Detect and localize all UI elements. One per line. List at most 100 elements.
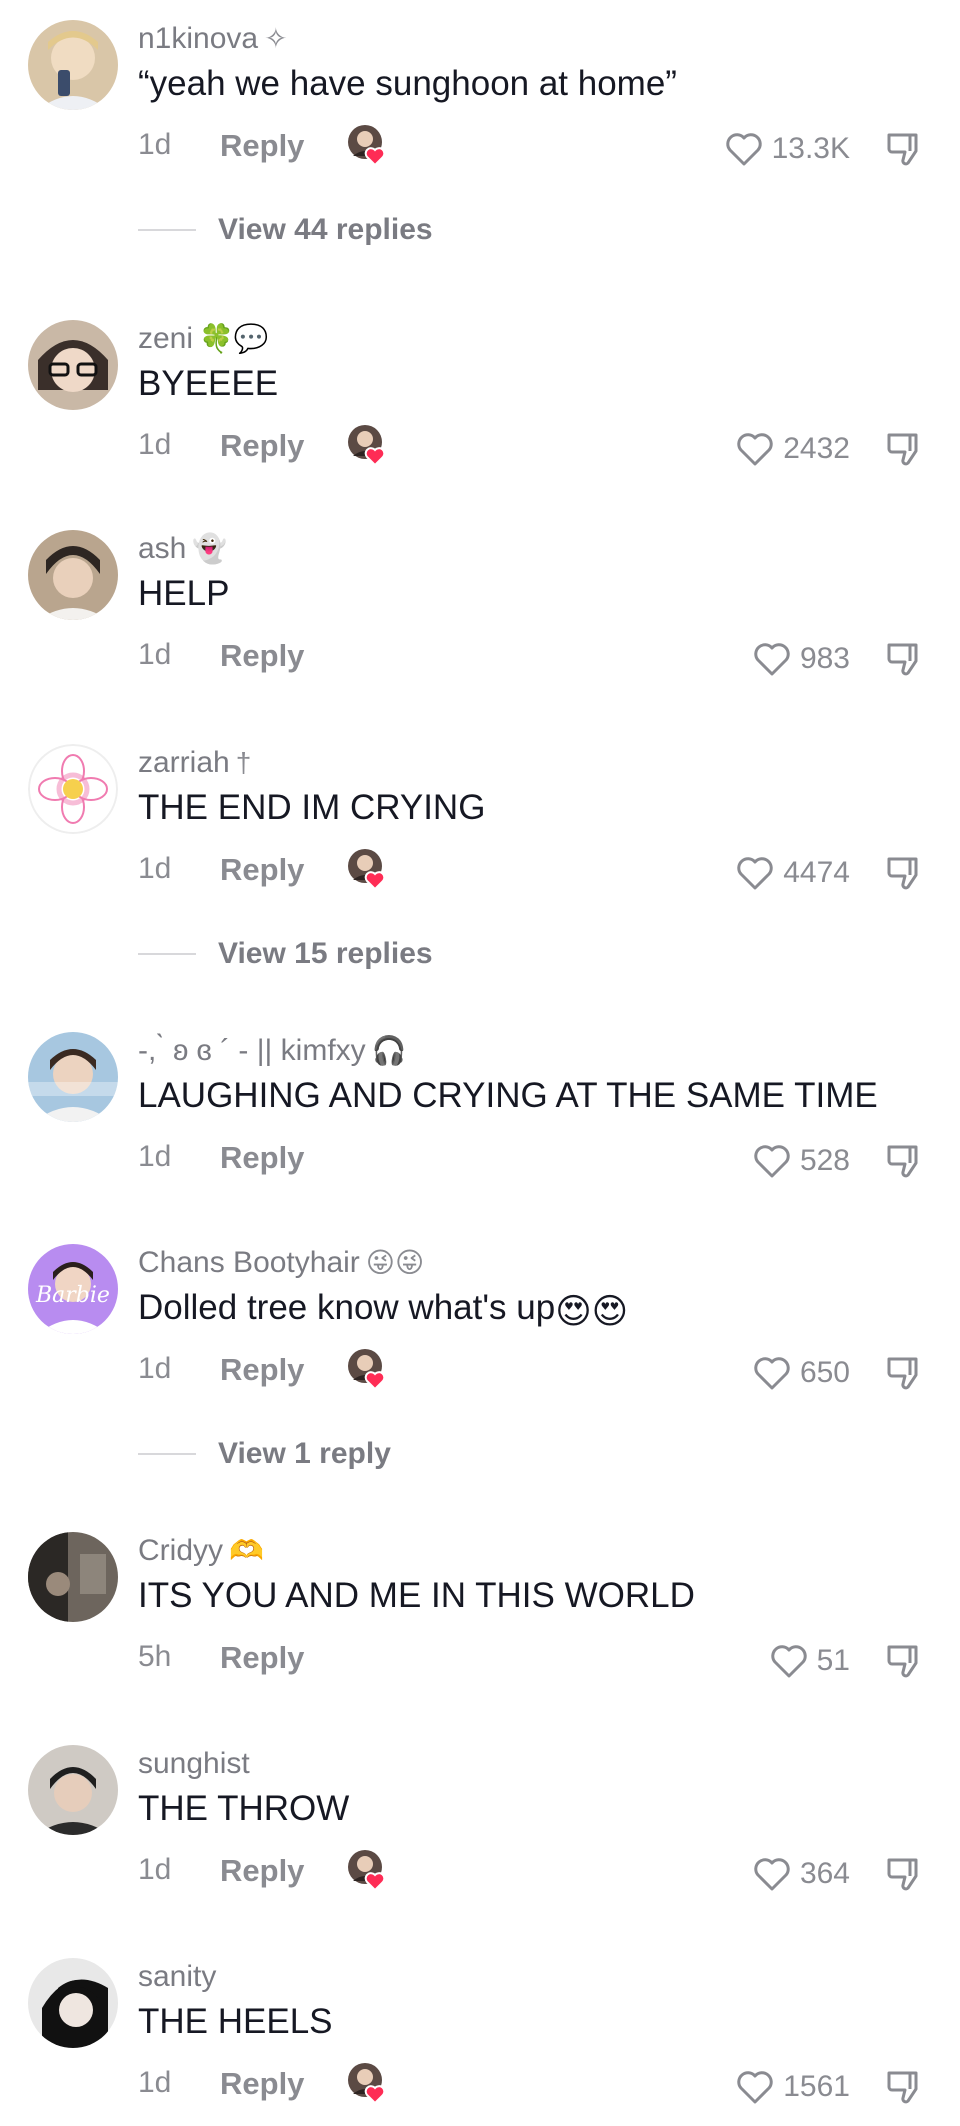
- username[interactable]: n1kinova ✧: [138, 22, 288, 56]
- comment-time: 1d: [138, 638, 172, 671]
- reply-button[interactable]: Reply: [220, 428, 304, 464]
- thumbs-down-icon: [887, 433, 918, 466]
- dislike-button[interactable]: [884, 1642, 924, 1680]
- comment-time: 1d: [138, 428, 172, 461]
- like-button[interactable]: 983: [752, 638, 850, 680]
- view-replies-button[interactable]: View 44 replies: [138, 208, 638, 252]
- like-button[interactable]: 13.3K: [724, 128, 850, 170]
- comment-time: 1d: [138, 1140, 172, 1173]
- username[interactable]: sunghist: [138, 1747, 256, 1781]
- like-count: 51: [816, 1644, 850, 1677]
- comment-meta: 1d Reply 364: [0, 1850, 960, 1897]
- heart-outline-icon: [754, 643, 790, 676]
- avatar[interactable]: [28, 20, 118, 110]
- dislike-button[interactable]: [884, 1354, 924, 1392]
- comment-meta: 1d Reply 4474: [0, 849, 960, 896]
- like-count: 650: [799, 1356, 850, 1389]
- heart-outline-icon: [737, 857, 773, 890]
- comment-text: “yeah we have sunghoon at home”: [138, 64, 677, 103]
- creator-liked-heart-icon: [345, 422, 391, 468]
- like-count: 528: [799, 1144, 850, 1177]
- comment-text: Dolled tree know what's up😍😍: [138, 1288, 629, 1331]
- like-button[interactable]: 364: [752, 1853, 850, 1895]
- username[interactable]: Cridyy 🫶: [138, 1534, 264, 1568]
- dislike-button[interactable]: [884, 430, 924, 468]
- creator-liked-heart-icon: [345, 122, 391, 168]
- reply-button[interactable]: Reply: [220, 852, 304, 888]
- view-replies-button[interactable]: View 1 reply: [138, 1432, 638, 1476]
- avatar[interactable]: [28, 1532, 118, 1622]
- comment-time: 1d: [138, 128, 172, 161]
- dislike-button[interactable]: [884, 854, 924, 892]
- avatar[interactable]: [28, 530, 118, 620]
- divider: [138, 229, 196, 231]
- username[interactable]: zarriah †: [138, 746, 251, 780]
- comment-text: BYEEEE: [138, 364, 279, 403]
- like-button[interactable]: 4474: [735, 852, 850, 894]
- avatar[interactable]: [28, 320, 118, 410]
- heart-outline-icon: [725, 133, 762, 166]
- like-count: 364: [799, 1857, 850, 1890]
- comment-meta: 1d Reply 528: [0, 1140, 960, 1184]
- username[interactable]: ash 👻: [138, 532, 227, 566]
- username[interactable]: Chans Bootyhair 😜😜: [138, 1246, 424, 1280]
- like-count: 13.3K: [771, 132, 850, 165]
- heart-outline-icon: [770, 1645, 807, 1678]
- reply-button[interactable]: Reply: [220, 1640, 304, 1676]
- like-button[interactable]: 51: [769, 1640, 850, 1682]
- thumbs-down-icon: [887, 1645, 918, 1678]
- dislike-button[interactable]: [884, 130, 924, 168]
- heart-outline-icon: [737, 433, 773, 466]
- dislike-button[interactable]: [884, 640, 924, 678]
- dislike-button[interactable]: [884, 2068, 924, 2106]
- reply-button[interactable]: Reply: [220, 128, 304, 164]
- comment-time: 1d: [138, 2066, 172, 2099]
- username[interactable]: -, ̀ ʚ ɞ ´ - || kimfxy 🎧: [138, 1034, 407, 1068]
- comment-text: THE THROW: [138, 1789, 350, 1828]
- reply-button[interactable]: Reply: [220, 1853, 304, 1889]
- like-button[interactable]: 1561: [735, 2066, 850, 2108]
- dislike-button[interactable]: [884, 1142, 924, 1180]
- heart-outline-icon: [754, 1357, 790, 1390]
- username[interactable]: zeni 🍀💬: [138, 322, 269, 356]
- avatar[interactable]: [28, 1745, 118, 1835]
- like-count: 4474: [783, 856, 850, 889]
- comment-text: HELP: [138, 574, 230, 613]
- view-replies-button[interactable]: View 15 replies: [138, 932, 638, 976]
- reply-button[interactable]: Reply: [220, 1352, 304, 1388]
- comment-meta: 1d Reply 2432: [0, 425, 960, 472]
- like-button[interactable]: 528: [752, 1140, 850, 1182]
- comment-time: 5h: [138, 1640, 172, 1673]
- comment-meta: 1d Reply 1561: [0, 2063, 960, 2110]
- comment-meta: 1d Reply 650: [0, 1349, 960, 1396]
- comment-text: THE HEELS: [138, 2002, 333, 2041]
- avatar[interactable]: [28, 744, 118, 834]
- creator-liked-heart-icon: [345, 846, 391, 892]
- like-count: 983: [799, 642, 850, 675]
- comment-time: 1d: [138, 1853, 172, 1886]
- reply-button[interactable]: Reply: [220, 2066, 304, 2102]
- thumbs-down-icon: [887, 1357, 918, 1390]
- avatar[interactable]: Barbie: [28, 1244, 118, 1334]
- reply-button[interactable]: Reply: [220, 638, 304, 674]
- like-button[interactable]: 2432: [735, 428, 850, 470]
- comment-text: ITS YOU AND ME IN THIS WORLD: [138, 1576, 695, 1615]
- thumbs-down-icon: [887, 133, 918, 166]
- heart-outline-icon: [737, 2071, 773, 2104]
- thumbs-down-icon: [887, 643, 918, 676]
- thumbs-down-icon: [887, 2071, 918, 2104]
- comment-meta: 1d Reply 13.3K: [0, 125, 960, 172]
- comment-text: THE END IM CRYING: [138, 788, 486, 827]
- heart-outline-icon: [754, 1145, 790, 1178]
- comment-time: 1d: [138, 852, 172, 885]
- creator-liked-heart-icon: [345, 1847, 391, 1893]
- avatar[interactable]: [28, 1958, 118, 2048]
- dislike-button[interactable]: [884, 1855, 924, 1893]
- creator-liked-heart-icon: [345, 2060, 391, 2106]
- heart-eyes-emoji: 😍😍: [555, 1292, 629, 1331]
- avatar[interactable]: [28, 1032, 118, 1122]
- reply-button[interactable]: Reply: [220, 1140, 304, 1176]
- comment-time: 1d: [138, 1352, 172, 1385]
- like-button[interactable]: 650: [752, 1352, 850, 1394]
- username[interactable]: sanity: [138, 1960, 222, 1994]
